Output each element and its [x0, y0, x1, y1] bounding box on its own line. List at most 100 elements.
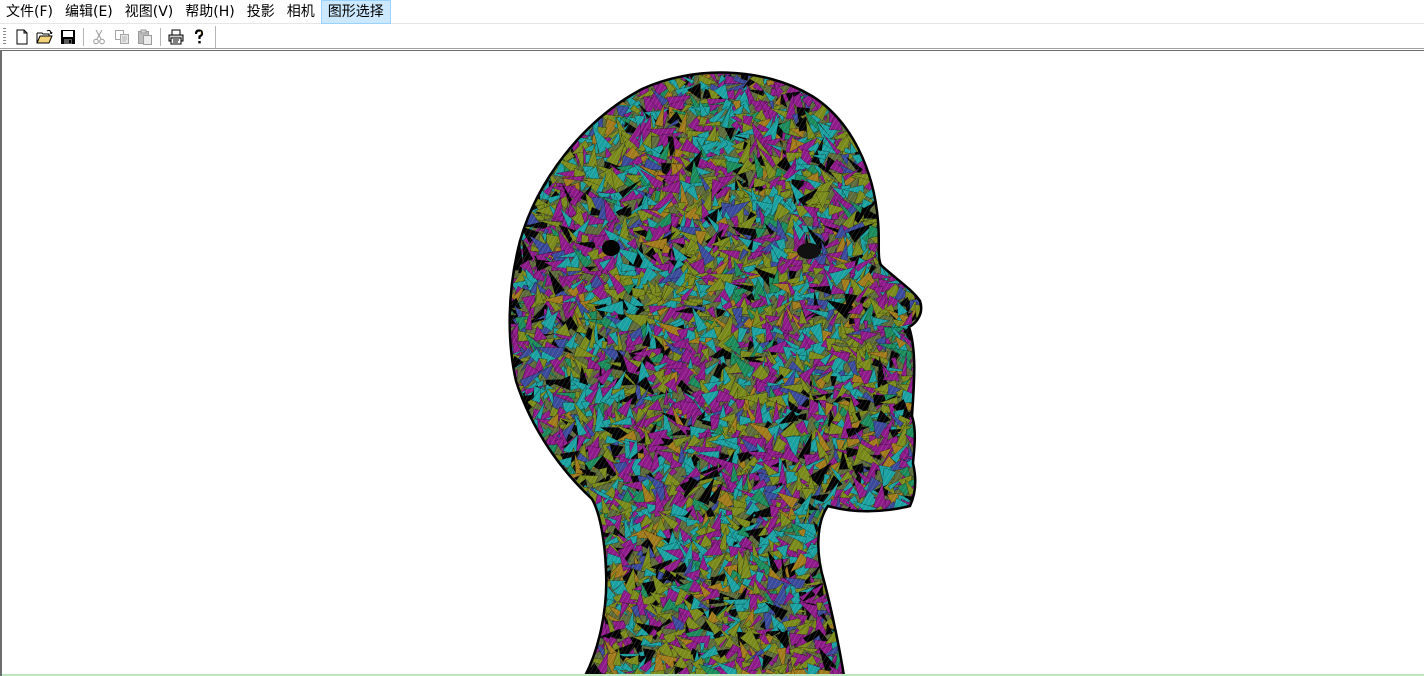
mesh-triangle: [530, 515, 537, 535]
mesh-triangle: [509, 162, 517, 187]
mesh-triangle: [524, 468, 537, 497]
mesh-triangle: [882, 83, 893, 99]
menu-camera[interactable]: 相机: [281, 0, 321, 24]
mesh-triangle: [551, 565, 559, 575]
mesh-triangle: [918, 117, 922, 138]
mesh-triangle: [757, 58, 767, 72]
mesh-triangle: [526, 538, 548, 565]
mesh-triangle: [509, 500, 513, 512]
mesh-triangle: [549, 92, 563, 117]
mesh-triangle: [878, 592, 905, 607]
mesh-triangle: [820, 523, 833, 543]
open-button[interactable]: [34, 27, 55, 47]
menu-projection[interactable]: 投影: [241, 0, 281, 24]
mesh-triangle: [851, 619, 878, 634]
mesh-triangle: [556, 552, 577, 557]
mesh-triangle: [886, 248, 905, 271]
mesh-triangle: [518, 470, 535, 494]
mesh-triangle: [509, 652, 512, 663]
mesh-triangle: [526, 489, 549, 508]
print-button[interactable]: [165, 27, 186, 47]
mesh-triangle: [535, 640, 549, 658]
mesh-triangle: [869, 155, 900, 170]
mesh-triangle: [898, 614, 916, 630]
mesh-triangle: [572, 581, 579, 598]
mesh-triangle: [913, 342, 922, 354]
mesh-triangle: [917, 109, 922, 126]
new-file-button[interactable]: [11, 27, 32, 47]
mesh-triangle: [509, 202, 511, 221]
mesh-triangle: [509, 108, 516, 117]
mesh-triangle: [509, 380, 514, 389]
mesh-triangle: [569, 93, 594, 108]
mesh-triangle: [798, 72, 817, 78]
save-button[interactable]: [57, 27, 78, 47]
mesh-triangle: [917, 396, 922, 425]
mesh-triangle: [527, 537, 535, 558]
toolbar-grip[interactable]: [3, 27, 6, 46]
mesh-triangle: [554, 518, 566, 532]
mesh-triangle: [562, 592, 587, 618]
mesh-triangle: [561, 75, 578, 101]
mesh-triangle: [509, 460, 512, 474]
mesh-triangle: [904, 239, 922, 259]
mesh-triangle: [849, 108, 876, 121]
mesh-triangle: [496, 177, 507, 194]
mesh-triangle: [509, 414, 528, 426]
mesh-triangle: [826, 550, 844, 573]
mesh-triangle: [509, 442, 518, 449]
mesh-triangle: [530, 484, 545, 503]
menu-shape-select[interactable]: 图形选择: [320, 0, 391, 24]
mesh-triangle: [509, 73, 515, 90]
mesh-triangle: [533, 584, 541, 609]
mesh-triangle: [511, 446, 531, 469]
mesh-triangle: [915, 120, 922, 134]
mesh-triangle: [892, 138, 901, 159]
menu-edit[interactable]: 编辑(E): [59, 0, 119, 24]
mesh-triangle: [522, 517, 543, 528]
copy-button[interactable]: [111, 27, 132, 47]
mesh-triangle: [865, 619, 886, 644]
mesh-triangle: [886, 529, 904, 543]
paste-button[interactable]: [134, 27, 155, 47]
about-help-button[interactable]: [188, 27, 209, 47]
mesh-triangle: [838, 75, 858, 91]
mesh-triangle: [518, 606, 534, 635]
mesh-triangle: [888, 584, 902, 596]
mesh-triangle: [869, 602, 887, 618]
menu-help[interactable]: 帮助(H): [179, 0, 240, 24]
mesh-triangle: [861, 72, 867, 77]
mesh-triangle: [571, 553, 581, 576]
eye-socket-shadow: [797, 243, 821, 259]
mesh-triangle: [516, 160, 540, 175]
mesh-triangle: [902, 266, 920, 281]
mesh-triangle: [509, 529, 512, 543]
mesh-triangle: [887, 654, 915, 668]
mesh-triangle: [548, 557, 564, 575]
mesh-triangle: [609, 77, 618, 96]
mesh-head-render[interactable]: [2, 51, 1424, 676]
mesh-triangle: [567, 554, 596, 567]
mesh-triangle: [908, 652, 922, 671]
mesh-triangle: [860, 81, 871, 99]
mesh-dark-spot: [602, 240, 620, 256]
menu-view[interactable]: 视图(V): [119, 0, 180, 24]
menu-file[interactable]: 文件(F): [0, 0, 59, 24]
mesh-triangle: [580, 77, 605, 86]
render-viewport[interactable]: [0, 50, 1424, 676]
mesh-triangle: [820, 518, 834, 542]
mesh-triangle: [523, 168, 542, 175]
mesh-triangle: [517, 502, 533, 526]
mesh-triangle: [864, 653, 884, 661]
mesh-triangle: [832, 555, 847, 572]
mesh-triangle: [822, 72, 837, 78]
mesh-triangle: [573, 115, 585, 127]
mesh-triangle: [903, 228, 922, 241]
cut-button[interactable]: [88, 27, 109, 47]
mesh-triangle: [865, 600, 882, 623]
mesh-triangle: [841, 618, 864, 631]
mesh-triangle: [846, 628, 856, 650]
mesh-triangle: [907, 244, 922, 253]
mesh-triangle: [509, 628, 522, 640]
mesh-triangle: [817, 530, 842, 553]
